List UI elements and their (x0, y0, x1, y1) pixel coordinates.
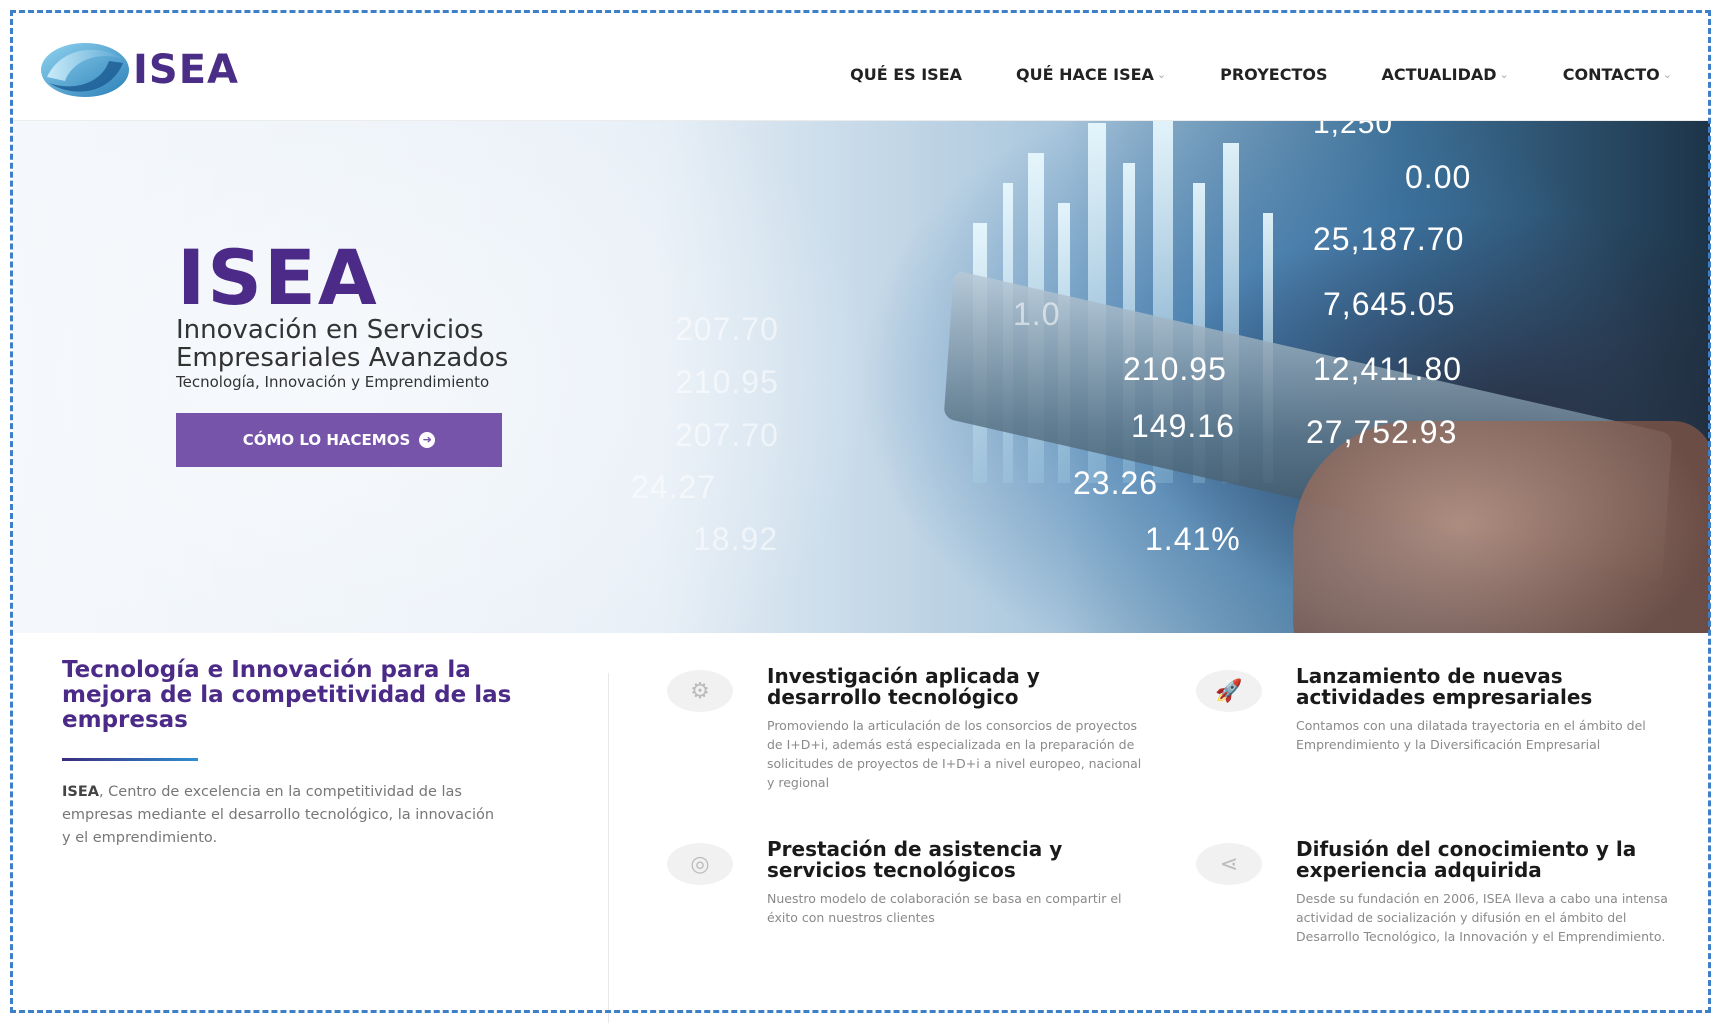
intro-divider (62, 758, 198, 761)
hero-number: 12,411.80 (1313, 351, 1462, 387)
chevron-down-icon: ⌄ (1499, 68, 1509, 81)
main-nav: QUÉ ES ISEA QUÉ HACE ISEA ⌄ PROYECTOS ACT… (796, 65, 1672, 84)
hero-number: 1,250 (1313, 121, 1394, 140)
hero-number: 210.95 (675, 364, 779, 400)
nav-label: CONTACTO (1562, 65, 1660, 84)
feature-investigacion: ⚙ Investigación aplicada y desarrollo te… (667, 664, 1147, 792)
hero-number: 25,187.70 (1313, 221, 1465, 257)
nav-contacto[interactable]: CONTACTO ⌄ (1563, 65, 1672, 84)
hero-subtitle: Innovación en Servicios Empresariales Av… (176, 315, 509, 373)
arrow-right-circle-icon: ➜ (419, 432, 436, 448)
hero-number: 24.27 (631, 469, 717, 505)
feature-title: Difusión del conocimiento y la experienc… (1296, 837, 1637, 882)
intro-brand: ISEA (62, 784, 99, 800)
hero-number: 210.95 (1123, 351, 1227, 387)
feature-desc: Promoviendo la articulación de los conso… (767, 718, 1142, 790)
feature-asistencia: ◎ Prestación de asistencia y servicios t… (667, 837, 1147, 927)
nav-proyectos[interactable]: PROYECTOS (1220, 65, 1327, 84)
nav-que-hace-isea[interactable]: QUÉ HACE ISEA ⌄ (1016, 65, 1166, 84)
intro-title: Tecnología e Innovación para la mejora d… (62, 657, 512, 733)
hero-banner: 1,250 0.00 25,187.70 7,645.05 12,411.80 … (13, 121, 1710, 633)
hero-number: 207.70 (675, 417, 779, 453)
feature-desc: Nuestro modelo de colaboración se basa e… (767, 891, 1122, 925)
hero-number: 149.16 (1131, 408, 1235, 444)
logo-text: ISEA (133, 47, 239, 93)
hero-number: 1.0 (1013, 296, 1061, 332)
logo-swirl-icon (41, 43, 129, 97)
life-ring-icon: ◎ (667, 843, 733, 885)
feature-difusion: ⋖ Difusión del conocimiento y la experie… (1196, 837, 1676, 946)
feature-title: Investigación aplicada y desarrollo tecn… (767, 664, 1040, 709)
nav-label: QUÉ ES ISEA (850, 65, 962, 84)
hero-number: 1.41% (1145, 521, 1241, 557)
intro-body: , Centro de excelencia en la competitivi… (62, 784, 495, 846)
share-icon: ⋖ (1196, 843, 1262, 885)
nav-que-es-isea[interactable]: QUÉ ES ISEA (850, 65, 962, 84)
hero-number: 207.70 (675, 311, 779, 347)
nav-label: QUÉ HACE ISEA (1016, 65, 1154, 84)
logo[interactable]: ISEA (39, 41, 239, 99)
rocket-icon: 🚀 (1196, 670, 1262, 712)
feature-title: Prestación de asistencia y servicios tec… (767, 837, 1063, 882)
cta-label: CÓMO LO HACEMOS (242, 431, 411, 449)
intro-text: ISEA, Centro de excelencia en la competi… (62, 781, 502, 850)
hero-number: 27,752.93 (1306, 414, 1458, 450)
nav-label: PROYECTOS (1220, 65, 1328, 84)
site-header: ISEA QUÉ ES ISEA QUÉ HACE ISEA ⌄ PROYECTO… (13, 13, 1710, 121)
nav-actualidad[interactable]: ACTUALIDAD ⌄ (1382, 65, 1509, 84)
chevron-down-icon: ⌄ (1662, 68, 1672, 81)
hero-number: 18.92 (693, 521, 779, 557)
hero-tagline: Tecnología, Innovación y Emprendimiento (176, 373, 490, 391)
chevron-down-icon: ⌄ (1156, 68, 1167, 81)
page: ISEA QUÉ ES ISEA QUÉ HACE ISEA ⌄ PROYECTO… (13, 13, 1710, 1023)
gears-icon: ⚙ (667, 670, 733, 712)
feature-desc: Desde su fundación en 2006, ISEA lleva a… (1296, 891, 1668, 944)
hero-number: 23.26 (1073, 465, 1159, 501)
vertical-divider (608, 673, 609, 1023)
hero-title: ISEA (177, 233, 379, 322)
feature-title: Lanzamiento de nuevas actividades empres… (1296, 664, 1593, 709)
feature-desc: Contamos con una dilatada trayectoria en… (1296, 718, 1646, 752)
feature-lanzamiento: 🚀 Lanzamiento de nuevas actividades empr… (1196, 664, 1676, 754)
nav-label: ACTUALIDAD (1381, 65, 1497, 84)
hand-image (1293, 421, 1710, 633)
hero-number: 0.00 (1405, 159, 1472, 195)
hero-number: 7,645.05 (1323, 286, 1456, 322)
como-lo-hacemos-button[interactable]: CÓMO LO HACEMOS ➜ (176, 413, 502, 467)
